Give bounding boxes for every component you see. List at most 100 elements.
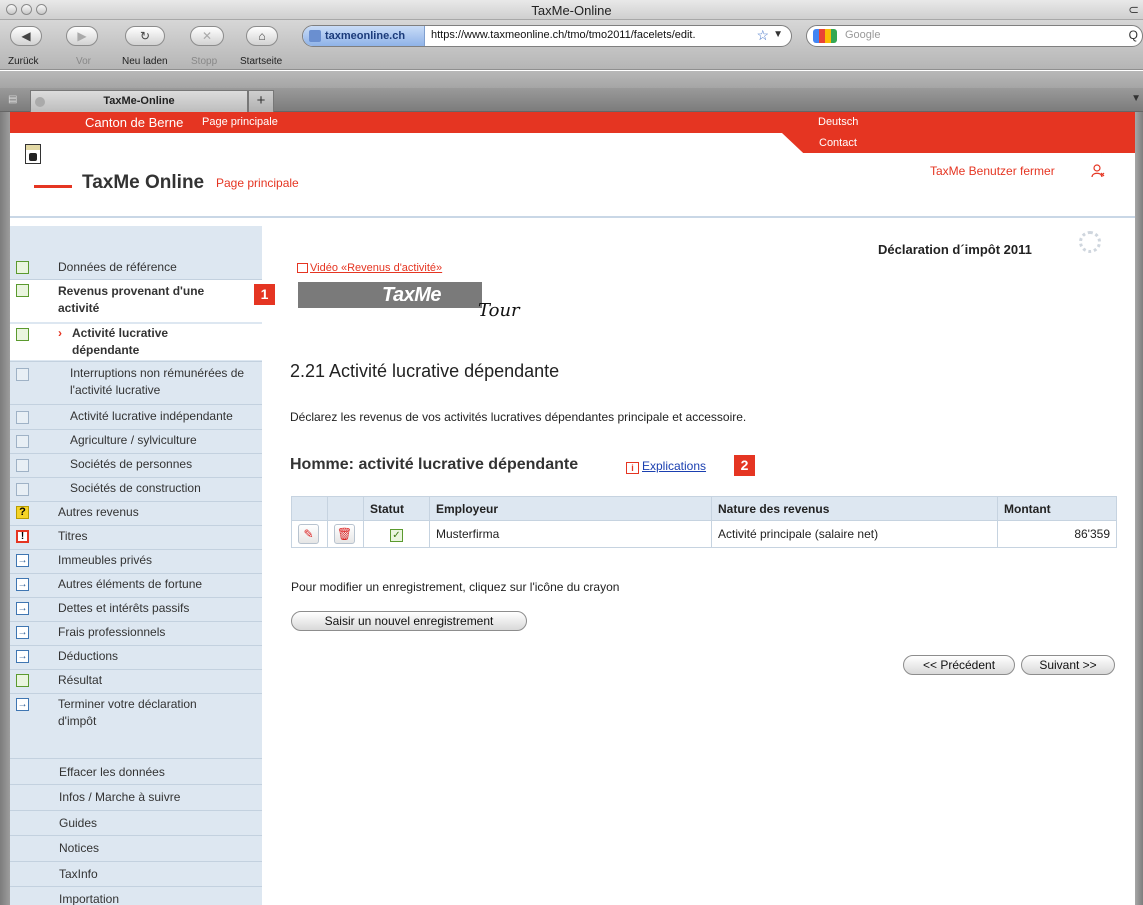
top-home-link[interactable]: Page principale	[202, 116, 278, 128]
reload-icon: ↻	[139, 29, 151, 43]
logout-link[interactable]: TaxMe Benutzer fermer	[930, 164, 1055, 178]
sidebar-item-activite-dependante[interactable]: › Activité lucrative dépendante	[10, 324, 262, 360]
status-open-icon	[16, 435, 29, 448]
url-text[interactable]: https://www.taxmeonline.ch/tmo/tmo2011/f…	[431, 29, 696, 41]
status-arrow-icon: →	[16, 554, 29, 567]
sidebar-item-label: › Activité lucrative dépendante	[58, 326, 169, 357]
forward-button[interactable]: ▶	[66, 26, 98, 46]
window-frame-right	[1135, 112, 1143, 905]
brand-home-link[interactable]: Page principale	[216, 176, 299, 190]
reload-button[interactable]: ↻	[125, 26, 165, 46]
sidebar-item-agriculture[interactable]: Agriculture / sylviculture	[10, 430, 262, 452]
table-row: ✎ 🗑 ✓ Musterfirma Activité principale (s…	[291, 520, 1117, 548]
intro-text: Déclarez les revenus de vos activités lu…	[290, 410, 747, 424]
new-tab-button[interactable]: +	[248, 90, 274, 112]
sidebar-link-taxinfo[interactable]: TaxInfo	[59, 867, 98, 881]
status-done-icon	[16, 261, 29, 274]
sidebar-item-dettes[interactable]: → Dettes et intérêts passifs	[10, 598, 262, 620]
callout-badge: 2	[734, 455, 755, 476]
web-page: Canton de Berne Page principale Deutsch …	[10, 112, 1135, 905]
sidebar-item-label: Résultat	[58, 673, 103, 687]
sidebar-item-activite-independante[interactable]: Activité lucrative indépendante	[10, 406, 262, 428]
previous-button[interactable]: << Précédent	[903, 655, 1015, 675]
site-favicon-icon	[309, 30, 321, 42]
sidebar-item-label: Autres revenus	[58, 505, 139, 519]
status-cell: ✓	[363, 520, 430, 548]
window-title: TaxMe-Online	[531, 3, 612, 18]
status-arrow-icon: →	[16, 578, 29, 591]
sidebar-item-autres-elements[interactable]: → Autres éléments de fortune	[10, 574, 262, 596]
logo-line	[34, 185, 72, 188]
pencil-icon[interactable]: ✎	[298, 524, 319, 544]
sidebar-item-frais[interactable]: → Frais professionnels	[10, 622, 262, 644]
contact-link[interactable]: Contact	[819, 137, 857, 149]
back-button[interactable]: ◀	[10, 26, 42, 46]
banner-tour-text: Tour	[478, 300, 520, 321]
sidebar-item-titres[interactable]: ! Titres	[10, 526, 262, 548]
site-name: taxmeonline.ch	[325, 30, 406, 42]
info-icon[interactable]: i	[626, 462, 639, 474]
language-link[interactable]: Deutsch	[818, 116, 858, 128]
sidebar-item-label: Revenus provenant d'une activité	[58, 284, 205, 315]
trash-icon[interactable]: 🗑	[334, 524, 355, 544]
chevron-down-icon[interactable]: ▼	[773, 29, 783, 40]
column-header-nature: Nature des revenus	[711, 496, 998, 521]
stop-icon: ✕	[201, 29, 213, 43]
edit-hint-text: Pour modifier un enregistrement, cliquez…	[291, 580, 620, 594]
current-marker-icon: ›	[58, 326, 62, 340]
tab-overview-icon[interactable]: ▤	[8, 94, 17, 105]
sidebar-item-immeubles[interactable]: → Immeubles privés	[10, 550, 262, 572]
sidebar-item-revenus-activite[interactable]: Revenus provenant d'une activité	[10, 280, 262, 322]
tab-label: TaxMe-Online	[103, 95, 175, 107]
header-divider	[10, 216, 1135, 218]
sidebar-item-label: Autres éléments de fortune	[58, 577, 203, 591]
window-frame-left	[0, 112, 10, 905]
tab-list-icon[interactable]: ▼	[1131, 93, 1141, 104]
nature-cell: Activité principale (salaire net)	[711, 520, 998, 548]
search-icon[interactable]: Q	[1129, 28, 1138, 42]
column-header-edit	[291, 496, 328, 521]
new-record-button[interactable]: Saisir un nouvel enregistrement	[291, 611, 527, 631]
next-button[interactable]: Suivant >>	[1021, 655, 1115, 675]
search-field[interactable]: Google Q	[806, 25, 1143, 47]
bookmarks-bar	[0, 71, 1143, 88]
video-link[interactable]: Vidéo «Revenus d'activité»	[310, 262, 442, 274]
tab-close-icon[interactable]	[35, 97, 45, 107]
home-button[interactable]: ⌂	[246, 26, 278, 46]
sidebar-item-label: Immeubles privés	[58, 553, 153, 567]
sidebar-item-label: Titres	[58, 529, 88, 543]
sidebar-link-importation[interactable]: Importation	[59, 892, 119, 905]
sidebar-link-effacer[interactable]: Effacer les données	[59, 765, 165, 779]
explications-link[interactable]: Explications	[642, 459, 706, 473]
sidebar-link-notices[interactable]: Notices	[59, 841, 99, 855]
sidebar-item-societes-personnes[interactable]: Sociétés de personnes	[10, 454, 262, 476]
user-logout-icon[interactable]	[1091, 164, 1105, 178]
sidebar-item-donnees-reference[interactable]: Données de référence	[10, 257, 262, 279]
bookmark-star-icon[interactable]: ☆	[756, 27, 769, 44]
resize-icon[interactable]: ⊂	[1128, 2, 1139, 18]
address-bar[interactable]: taxmeonline.ch https://www.taxmeonline.c…	[302, 25, 792, 47]
taxme-tour-banner[interactable]: TaxMe Online	[298, 282, 482, 308]
sidebar-item-interruptions[interactable]: Interruptions non rémunérées de l'activi…	[10, 362, 262, 404]
table-header-row: Statut Employeur Nature des revenus Mont…	[291, 496, 1117, 521]
sidebar-item-autres-revenus[interactable]: ? Autres revenus	[10, 502, 262, 524]
sidebar-item-terminer[interactable]: → Terminer votre déclaration d'impôt	[10, 694, 262, 736]
back-arrow-icon: ◀	[21, 29, 31, 43]
sidebar-item-societes-construction[interactable]: Sociétés de construction	[10, 478, 262, 500]
contact-bar: Contact	[782, 133, 1135, 153]
column-header-employeur: Employeur	[429, 496, 712, 521]
site-identity[interactable]: taxmeonline.ch	[303, 26, 425, 46]
sidebar-item-resultat[interactable]: Résultat	[10, 670, 262, 692]
stop-button[interactable]: ✕	[190, 26, 224, 46]
sidebar-link-infos[interactable]: Infos / Marche à suivre	[59, 790, 180, 804]
sidebar-item-label: Données de référence	[58, 260, 177, 274]
google-icon	[813, 29, 837, 43]
brand-title[interactable]: TaxMe Online	[82, 172, 204, 194]
status-open-icon	[16, 483, 29, 496]
sidebar-link-guides[interactable]: Guides	[59, 816, 97, 830]
sidebar-item-deductions[interactable]: → Déductions	[10, 646, 262, 668]
page-title: 2.21 Activité lucrative dépendante	[290, 361, 560, 381]
canton-crest-icon	[25, 144, 41, 164]
sidebar-item-label: Activité lucrative indépendante	[70, 409, 233, 423]
tab-taxme-online[interactable]: TaxMe-Online	[30, 90, 248, 112]
